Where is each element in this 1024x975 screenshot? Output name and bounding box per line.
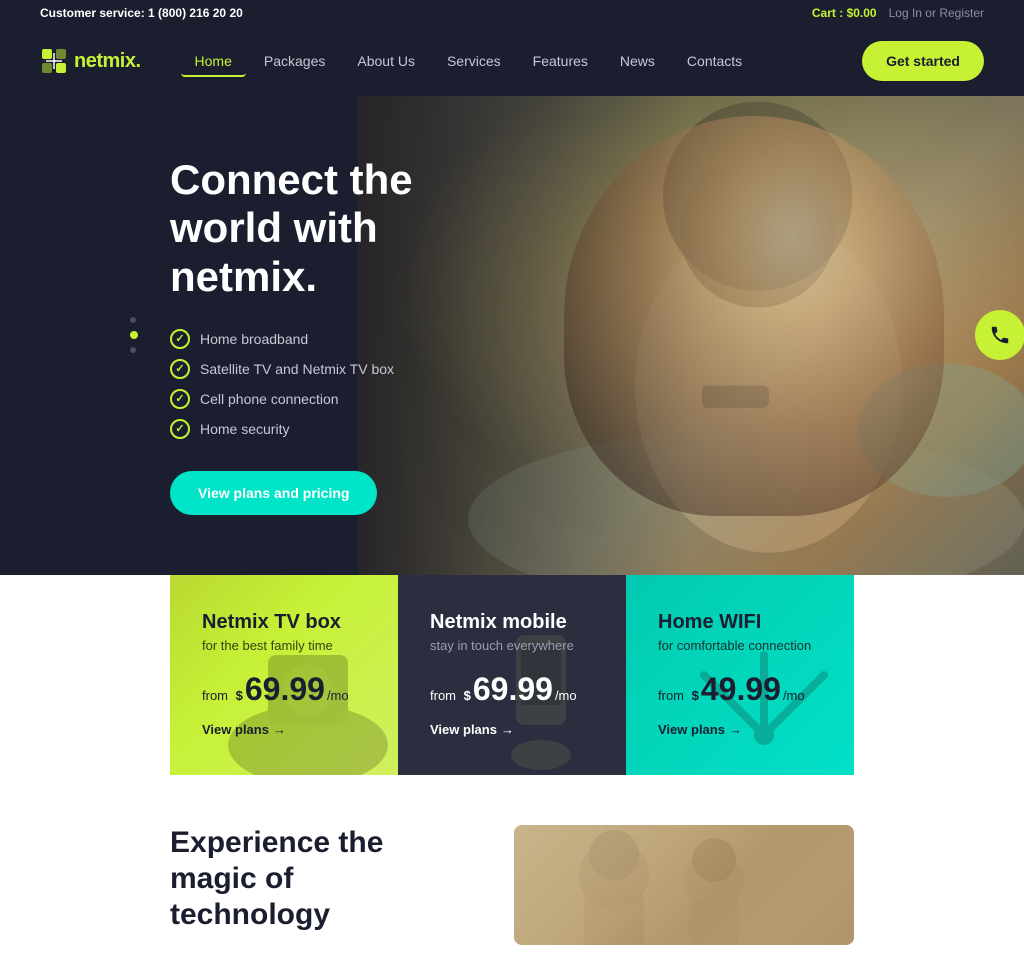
auth-links: Log In or Register: [889, 6, 984, 20]
hero-content: Connect the world with netmix. Home broa…: [0, 96, 520, 575]
customer-service-phone: 1 (800) 216 20 20: [148, 6, 243, 20]
feature-2: Satellite TV and Netmix TV box: [170, 359, 480, 379]
slider-dot-1[interactable]: [130, 317, 136, 323]
nav-home[interactable]: Home: [181, 45, 246, 77]
card-tv-box-link[interactable]: View plans →: [202, 722, 366, 737]
cart-info: Cart : $0.00: [812, 6, 877, 20]
card-tv-box-content: Netmix TV box for the best family time f…: [202, 611, 366, 737]
slider-dots: [130, 317, 138, 353]
card-tv-box-title: Netmix TV box: [202, 611, 366, 634]
logo-icon: [40, 47, 68, 75]
slider-dot-3[interactable]: [130, 347, 136, 353]
check-icon-2: [170, 359, 190, 379]
nav-services[interactable]: Services: [433, 45, 515, 77]
nav-news[interactable]: News: [606, 45, 669, 77]
card-wifi-content: Home WIFI for comfortable connection fro…: [658, 611, 822, 737]
card-mobile-subtitle: stay in touch everywhere: [430, 638, 594, 653]
nav-links: Home Packages About Us Services Features…: [181, 45, 863, 77]
bottom-image: [514, 825, 854, 945]
top-right-bar: Cart : $0.00 Log In or Register: [812, 6, 984, 20]
feature-4: Home security: [170, 419, 480, 439]
card-mobile-link[interactable]: View plans →: [430, 722, 594, 737]
nav-packages[interactable]: Packages: [250, 45, 339, 77]
topbar: Customer service: 1 (800) 216 20 20 Cart…: [0, 0, 1024, 26]
card-wifi-subtitle: for comfortable connection: [658, 638, 822, 653]
card-tv-box-price: from $69.99/mo: [202, 671, 366, 708]
slider-dot-2[interactable]: [130, 331, 138, 339]
hero-section: Connect the world with netmix. Home broa…: [0, 96, 1024, 575]
customer-service-label: Customer service:: [40, 6, 148, 20]
card-tv-box-subtitle: for the best family time: [202, 638, 366, 653]
phone-button[interactable]: [975, 310, 1024, 360]
register-link[interactable]: Register: [939, 6, 984, 20]
navbar: netmix. Home Packages About Us Services …: [0, 26, 1024, 96]
bottom-title: Experience the magic of technology: [170, 825, 454, 933]
card-mobile-content: Netmix mobile stay in touch everywhere f…: [430, 611, 594, 737]
card-wifi-title: Home WIFI: [658, 611, 822, 634]
card-wifi-link[interactable]: View plans →: [658, 722, 822, 737]
hero-title: Connect the world with netmix.: [170, 156, 480, 301]
get-started-button[interactable]: Get started: [862, 41, 984, 81]
customer-service: Customer service: 1 (800) 216 20 20: [40, 6, 243, 20]
bottom-text: Experience the magic of technology: [170, 825, 454, 933]
hero-features: Home broadband Satellite TV and Netmix T…: [170, 329, 480, 439]
feature-3: Cell phone connection: [170, 389, 480, 409]
nav-about[interactable]: About Us: [343, 45, 429, 77]
check-icon-4: [170, 419, 190, 439]
login-link[interactable]: Log In: [889, 6, 922, 20]
card-wifi-price: from $49.99/mo: [658, 671, 822, 708]
view-plans-button[interactable]: View plans and pricing: [170, 471, 377, 515]
card-mobile-title: Netmix mobile: [430, 611, 594, 634]
nav-features[interactable]: Features: [519, 45, 602, 77]
bottom-section: Experience the magic of technology: [0, 775, 1024, 975]
check-icon-3: [170, 389, 190, 409]
feature-1: Home broadband: [170, 329, 480, 349]
check-icon-1: [170, 329, 190, 349]
logo-text: netmix.: [74, 50, 141, 73]
card-mobile-price: from $69.99/mo: [430, 671, 594, 708]
logo[interactable]: netmix.: [40, 47, 141, 75]
nav-contacts[interactable]: Contacts: [673, 45, 756, 77]
